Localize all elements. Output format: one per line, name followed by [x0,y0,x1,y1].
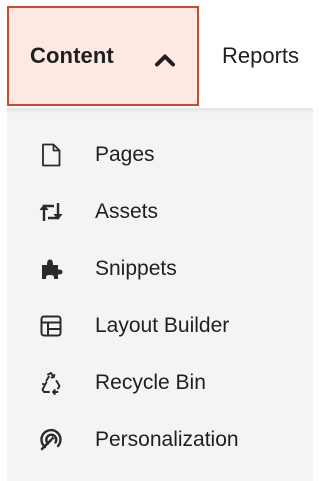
puzzle-piece-icon [38,256,64,282]
menu-item-snippets[interactable]: Snippets [7,244,313,294]
menu-item-personalization[interactable]: Personalization [7,415,313,465]
menu-item-pages[interactable]: Pages [7,130,313,180]
chevron-up-icon [154,53,176,67]
personalization-icon [38,427,64,453]
menu-item-label: Pages [95,143,155,166]
menu-item-label: Snippets [95,257,177,280]
top-navigation: Content Reports [0,0,313,108]
tab-reports-label: Reports [222,43,300,68]
page-icon [38,142,64,168]
tab-content[interactable]: Content [7,6,199,106]
menu-item-label: Layout Builder [95,314,230,337]
assets-icon [38,199,64,225]
content-dropdown-menu: Pages Assets Snippets Layout Builder Rec… [7,108,313,481]
menu-item-label: Personalization [95,428,239,451]
menu-item-label: Assets [95,200,159,223]
menu-item-label: Recycle Bin [95,371,206,394]
layout-icon [38,313,64,339]
menu-item-assets[interactable]: Assets [7,187,313,237]
recycle-icon [38,370,64,396]
tab-content-label: Content [30,43,114,68]
tab-reports[interactable]: Reports [222,6,299,106]
menu-item-recycle-bin[interactable]: Recycle Bin [7,358,313,408]
menu-item-layout-builder[interactable]: Layout Builder [7,301,313,351]
